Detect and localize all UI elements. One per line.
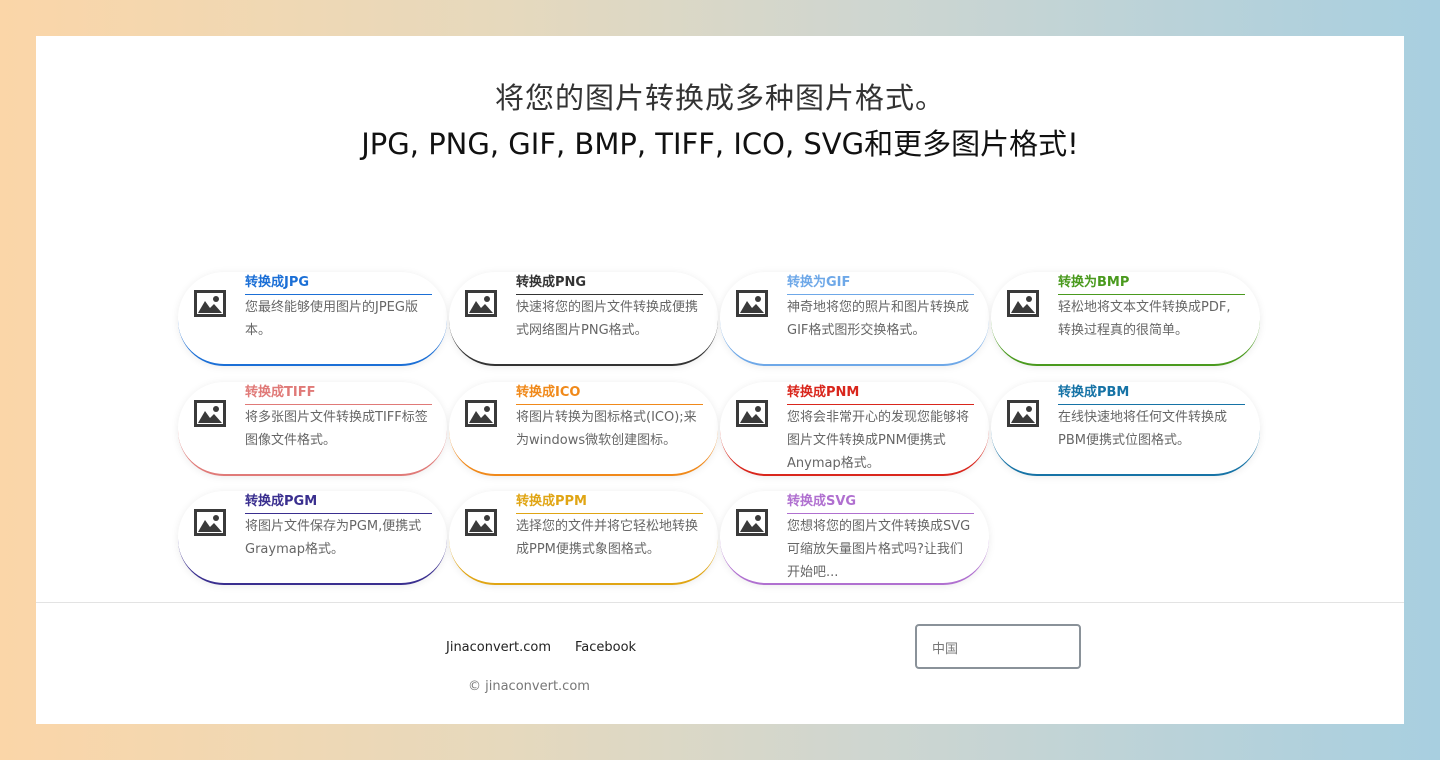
- image-icon: [1007, 290, 1039, 317]
- card-title: 转换成TIFF: [245, 384, 432, 405]
- card-convert-svg[interactable]: 转换成SVG 您想将您的图片文件转换成SVG可缩放矢量图片格式吗?让我们开始吧.…: [720, 491, 989, 585]
- footer-link-facebook[interactable]: Facebook: [575, 640, 636, 655]
- card-convert-pgm[interactable]: 转换成PGM 将图片文件保存为PGM,便携式Graymap格式。: [178, 491, 447, 585]
- card-description: 将多张图片文件转换成TIFF标签图像文件格式。: [245, 410, 428, 448]
- card-description: 将图片转换为图标格式(ICO);来为windows微软创建图标。: [516, 410, 697, 448]
- image-icon: [465, 509, 497, 536]
- card-title: 转换成PNM: [787, 384, 974, 405]
- card-title: 转换成PBM: [1058, 384, 1245, 405]
- card-convert-pnm[interactable]: 转换成PNM 您将会非常开心的发现您能够将图片文件转换成PNM便携式Anymap…: [720, 382, 989, 476]
- card-title: 转换成PGM: [245, 493, 432, 514]
- card-title: 转换成ICO: [516, 384, 703, 405]
- hero-heading: 将您的图片转换成多种图片格式。: [494, 81, 945, 115]
- card-description: 轻松地将文本文件转换成PDF, 转换过程真的很简单。: [1058, 300, 1231, 338]
- image-icon: [194, 509, 226, 536]
- card-description: 您想将您的图片文件转换成SVG可缩放矢量图片格式吗?让我们开始吧...: [787, 519, 971, 580]
- card-description: 选择您的文件并将它轻松地转换成PPM便携式象图格式。: [516, 519, 699, 557]
- image-icon: [194, 290, 226, 317]
- card-description: 您将会非常开心的发现您能够将图片文件转换成PNM便携式Anymap格式。: [787, 410, 970, 471]
- card-convert-bmp[interactable]: 转换为BMP 轻松地将文本文件转换成PDF, 转换过程真的很简单。: [991, 272, 1260, 366]
- image-icon: [465, 290, 497, 317]
- image-icon: [736, 290, 768, 317]
- main-panel: 将您的图片转换成多种图片格式。 JPG, PNG, GIF, BMP, TIFF…: [36, 36, 1404, 724]
- image-icon: [1007, 400, 1039, 427]
- card-convert-gif[interactable]: 转换为GIF 神奇地将您的照片和图片转换成GIF格式图形交换格式。: [720, 272, 989, 366]
- card-description: 快速将您的图片文件转换成便携式网络图片PNG格式。: [516, 300, 699, 338]
- card-description: 在线快速地将任何文件转换成PBM便携式位图格式。: [1058, 410, 1228, 448]
- card-title: 转换为GIF: [787, 274, 974, 295]
- card-description: 神奇地将您的照片和图片转换成GIF格式图形交换格式。: [787, 300, 970, 338]
- region-selector[interactable]: 中国: [915, 624, 1081, 669]
- card-title: 转换成JPG: [245, 274, 432, 295]
- format-card-grid: 转换成JPG 您最终能够使用图片的JPEG版本。 转换成PNG 快速将您的图片文…: [178, 272, 1262, 592]
- copyright-text: © jinaconvert.com: [468, 679, 590, 694]
- card-convert-png[interactable]: 转换成PNG 快速将您的图片文件转换成便携式网络图片PNG格式。: [449, 272, 718, 366]
- image-icon: [465, 400, 497, 427]
- card-title: 转换成SVG: [787, 493, 974, 514]
- image-icon: [736, 509, 768, 536]
- hero: 将您的图片转换成多种图片格式。 JPG, PNG, GIF, BMP, TIFF…: [36, 78, 1404, 164]
- card-convert-ico[interactable]: 转换成ICO 将图片转换为图标格式(ICO);来为windows微软创建图标。: [449, 382, 718, 476]
- card-convert-tiff[interactable]: 转换成TIFF 将多张图片文件转换成TIFF标签图像文件格式。: [178, 382, 447, 476]
- card-convert-ppm[interactable]: 转换成PPM 选择您的文件并将它轻松地转换成PPM便携式象图格式。: [449, 491, 718, 585]
- card-title: 转换为BMP: [1058, 274, 1245, 295]
- footer-divider: [36, 602, 1404, 603]
- card-description: 您最终能够使用图片的JPEG版本。: [245, 300, 418, 338]
- image-icon: [194, 400, 226, 427]
- card-title: 转换成PNG: [516, 274, 703, 295]
- card-convert-pbm[interactable]: 转换成PBM 在线快速地将任何文件转换成PBM便携式位图格式。: [991, 382, 1260, 476]
- footer-link-jinaconvert[interactable]: Jinaconvert.com: [446, 640, 551, 655]
- card-title: 转换成PPM: [516, 493, 703, 514]
- hero-subheading: JPG, PNG, GIF, BMP, TIFF, ICO, SVG和更多图片格…: [361, 127, 1079, 161]
- image-icon: [736, 400, 768, 427]
- card-convert-jpg[interactable]: 转换成JPG 您最终能够使用图片的JPEG版本。: [178, 272, 447, 366]
- card-description: 将图片文件保存为PGM,便携式Graymap格式。: [245, 519, 422, 557]
